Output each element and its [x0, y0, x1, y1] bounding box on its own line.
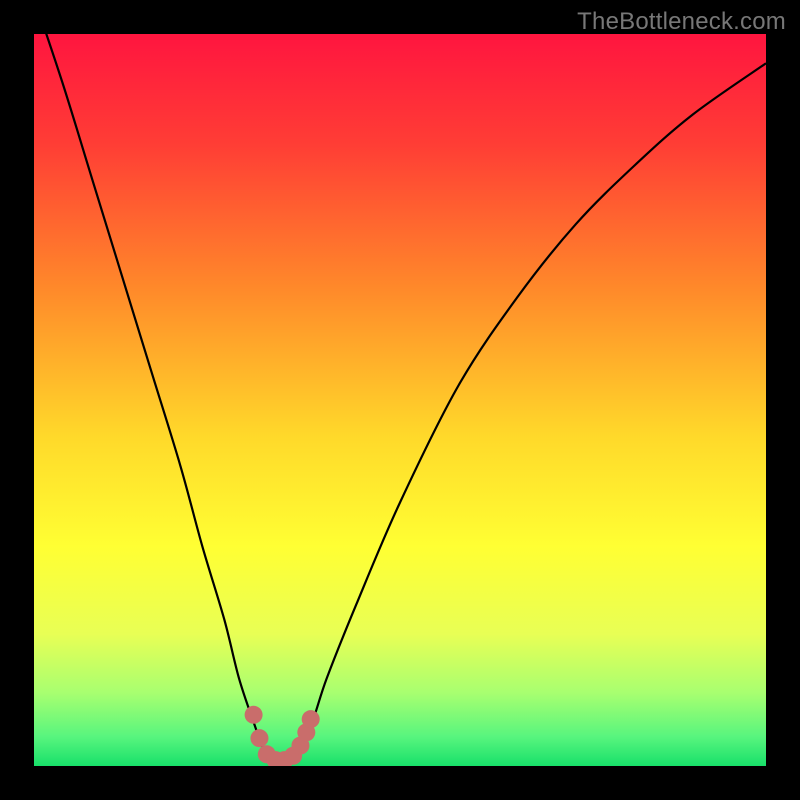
- bottleneck-chart: [0, 0, 800, 800]
- minimum-marker: [245, 706, 263, 724]
- plot-background: [34, 34, 766, 766]
- watermark-text: TheBottleneck.com: [577, 8, 786, 36]
- chart-frame: TheBottleneck.com: [0, 0, 800, 800]
- minimum-marker: [302, 710, 320, 728]
- minimum-marker: [250, 729, 268, 747]
